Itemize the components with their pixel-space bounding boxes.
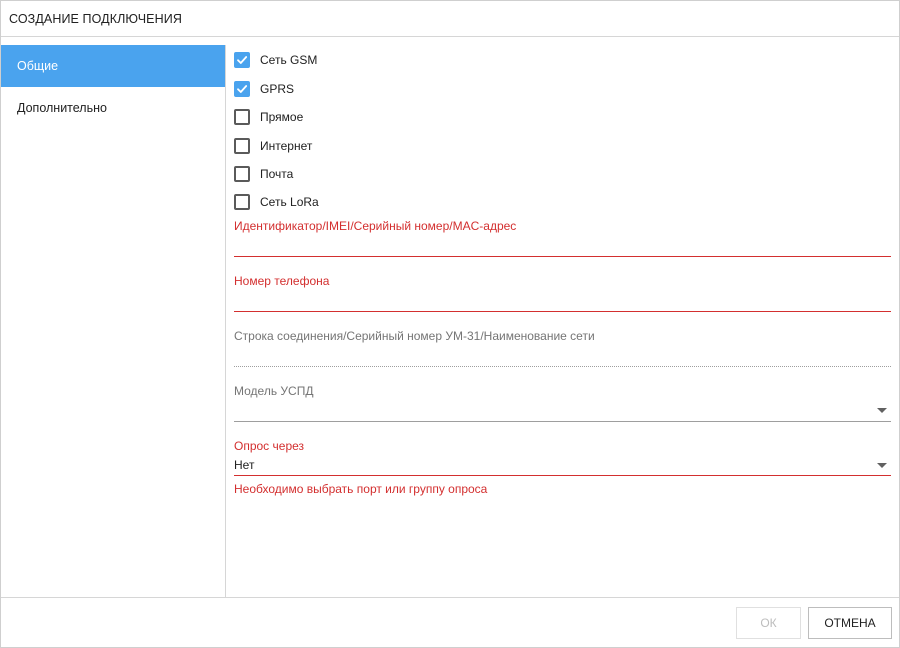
phone-underline [234,311,891,312]
checkmark-icon [237,56,248,64]
identifier-field[interactable]: Идентификатор/IMEI/Серийный номер/MAC-ад… [234,219,891,257]
dialog-footer: ОК ОТМЕНА [1,597,899,648]
cancel-button[interactable]: ОТМЕНА [808,607,892,639]
phone-field[interactable]: Номер телефона [234,274,891,312]
chevron-down-icon[interactable] [877,408,887,413]
poll-via-select[interactable]: Опрос через Нет [234,439,891,477]
ok-button[interactable]: ОК [736,607,801,639]
sidebar: Общие Дополнительно [1,45,226,597]
identifier-underline [234,256,891,257]
checkbox-label: Интернет [260,139,313,153]
chevron-down-icon[interactable] [877,463,887,468]
sidebar-item-advanced[interactable]: Дополнительно [1,87,225,129]
uspd-model-underline [234,421,891,422]
sidebar-item-label: Общие [17,59,59,73]
checkbox-box[interactable] [234,138,250,154]
sidebar-item-general[interactable]: Общие [1,45,225,87]
checkbox-direct[interactable]: Прямое [234,108,303,126]
checkbox-internet[interactable]: Интернет [234,137,312,155]
checkbox-box-checked[interactable] [234,52,250,68]
checkbox-label: GPRS [260,82,295,96]
checkmark-icon [237,85,248,93]
checkbox-gprs[interactable]: GPRS [234,80,294,98]
checkbox-box[interactable] [234,194,250,210]
poll-via-underline [234,475,891,476]
connection-string-label: Строка соединения/Серийный номер УМ-31/Н… [234,329,595,343]
checkbox-box[interactable] [234,166,250,182]
general-settings-panel: Сеть GSM GPRS Прямое Интернет Почта Сеть… [226,45,899,597]
phone-label: Номер телефона [234,274,330,288]
poll-via-label: Опрос через [234,439,305,453]
checkbox-gsm[interactable]: Сеть GSM [234,51,317,69]
create-connection-dialog: СОЗДАНИЕ ПОДКЛЮЧЕНИЯ Общие Дополнительно… [0,0,900,648]
checkbox-label: Прямое [260,110,304,124]
poll-via-value: Нет [234,458,255,472]
checkbox-lora[interactable]: Сеть LoRa [234,193,319,211]
connection-string-underline [234,366,891,367]
uspd-model-label: Модель УСПД [234,384,314,398]
uspd-model-select[interactable]: Модель УСПД [234,384,891,422]
checkbox-box-checked[interactable] [234,81,250,97]
checkbox-label: Сеть GSM [260,53,318,67]
poll-via-error: Необходимо выбрать порт или группу опрос… [234,482,488,496]
dialog-title-bar: СОЗДАНИЕ ПОДКЛЮЧЕНИЯ [1,1,899,37]
checkbox-box[interactable] [234,109,250,125]
dialog-title: СОЗДАНИЕ ПОДКЛЮЧЕНИЯ [9,12,182,26]
checkbox-label: Сеть LoRa [260,195,319,209]
checkbox-mail[interactable]: Почта [234,165,293,183]
checkbox-label: Почта [260,167,294,181]
connection-string-field[interactable]: Строка соединения/Серийный номер УМ-31/Н… [234,329,891,367]
identifier-label: Идентификатор/IMEI/Серийный номер/MAC-ад… [234,219,517,233]
sidebar-item-label: Дополнительно [17,101,107,115]
